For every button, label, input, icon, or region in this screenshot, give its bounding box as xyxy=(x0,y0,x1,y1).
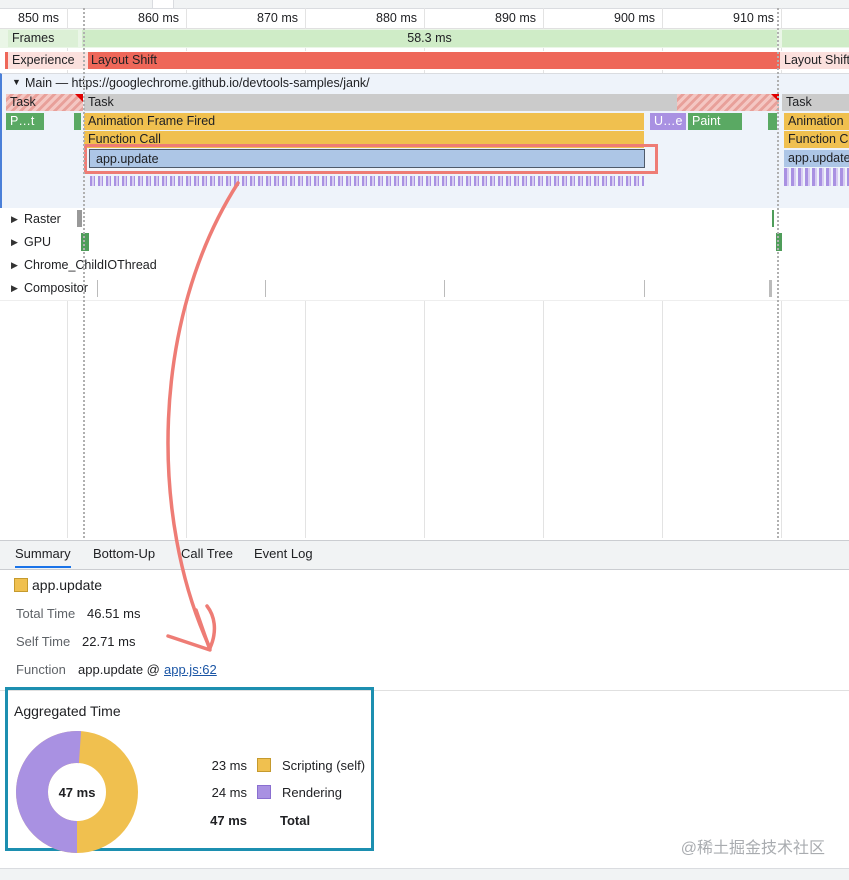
expand-arrow-icon[interactable]: ▶ xyxy=(11,283,18,294)
task-bar-long[interactable]: Task xyxy=(6,94,83,111)
paint-bar[interactable] xyxy=(74,113,81,130)
rendering-stripes[interactable] xyxy=(90,176,644,186)
source-link[interactable]: app.js:62 xyxy=(164,662,217,677)
scripting-value: 23 ms xyxy=(211,758,247,773)
app-update-bar[interactable]: app.update xyxy=(784,150,849,167)
self-time-value: 22.71 ms xyxy=(82,634,136,649)
total-label: Total xyxy=(280,813,311,828)
thread-row-raster[interactable]: ▶ Raster xyxy=(0,208,849,232)
donut-center-label: 47 ms xyxy=(58,785,96,800)
ruler-tick: 910 ms xyxy=(733,11,774,25)
tab-event-log[interactable]: Event Log xyxy=(254,546,313,561)
task-bar[interactable]: Task xyxy=(782,94,849,111)
compositor-event[interactable] xyxy=(265,280,266,297)
frame-boundary-line xyxy=(777,8,779,538)
task-bar-long-segment[interactable] xyxy=(677,94,779,111)
rendering-swatch xyxy=(257,785,271,799)
animation-frame-bar[interactable]: Animation Frame Fired xyxy=(84,113,644,130)
raster-event[interactable] xyxy=(772,210,774,227)
frames-label: Frames xyxy=(8,30,78,47)
category-swatch xyxy=(14,578,28,592)
layout-shift-label: Layout Shift xyxy=(780,52,849,69)
layout-shift-label: Layout Shift xyxy=(91,53,158,67)
scripting-label: Scripting (self) xyxy=(282,758,366,773)
annotation-arrow-head xyxy=(166,608,212,652)
collapse-arrow-icon[interactable]: ▼ xyxy=(12,77,21,87)
expand-arrow-icon[interactable]: ▶ xyxy=(11,237,18,248)
frames-track[interactable]: Frames 58.3 ms xyxy=(0,29,849,48)
scripting-swatch xyxy=(257,758,271,772)
total-value: 47 ms xyxy=(210,813,247,828)
tab-summary[interactable]: Summary xyxy=(15,546,71,568)
paint-bar[interactable]: Paint xyxy=(688,113,742,130)
raster-event[interactable] xyxy=(77,210,82,227)
bottom-strip xyxy=(0,868,849,880)
thread-row-gpu[interactable]: ▶ GPU xyxy=(0,231,849,255)
expand-arrow-icon[interactable]: ▶ xyxy=(11,214,18,225)
ruler-tick: 890 ms xyxy=(495,11,536,25)
main-thread-header: Main — https://googlechrome.github.io/de… xyxy=(25,76,370,90)
expand-arrow-icon[interactable]: ▶ xyxy=(11,260,18,271)
ruler-tick: 880 ms xyxy=(376,11,417,25)
annotation-arrow-curl xyxy=(205,604,217,650)
animation-frame-bar[interactable]: Animation xyxy=(784,113,849,130)
ruler-tick: 860 ms xyxy=(138,11,179,25)
update-layer-bar[interactable]: U…e xyxy=(650,113,686,130)
rendering-value: 24 ms xyxy=(211,785,247,800)
thread-label: Raster xyxy=(24,212,61,226)
function-call-bar[interactable]: Function C xyxy=(784,131,849,148)
self-time-label: Self Time xyxy=(16,634,71,649)
function-value: app.update @ xyxy=(78,662,160,677)
rendering-stripes[interactable] xyxy=(784,168,849,186)
aggregated-title: Aggregated Time xyxy=(14,703,121,719)
task-bar[interactable]: Task xyxy=(84,94,677,111)
frame-boundary-line xyxy=(83,8,85,538)
ruler-tick: 870 ms xyxy=(257,11,298,25)
tab-bottom-up[interactable]: Bottom-Up xyxy=(93,546,155,561)
ruler-tick: 850 ms xyxy=(18,11,59,25)
summary-title: app.update xyxy=(32,577,103,593)
compositor-event[interactable] xyxy=(644,280,645,297)
total-time-label: Total Time xyxy=(16,606,76,621)
frame-bar[interactable]: 58.3 ms xyxy=(82,30,777,47)
ruler-tick: 900 ms xyxy=(614,11,655,25)
details-tab-bar: Summary Bottom-Up Call Tree Event Log xyxy=(0,540,849,570)
compositor-event[interactable] xyxy=(769,280,772,297)
frame-bar[interactable] xyxy=(782,30,849,47)
thread-row-compositor[interactable]: ▶ Compositor xyxy=(0,277,849,301)
compositor-event[interactable] xyxy=(97,280,98,297)
paint-bar[interactable]: P…t xyxy=(6,113,44,130)
long-task-warning-icon xyxy=(75,94,83,102)
watermark: @稀土掘金技术社区 xyxy=(680,840,825,857)
rendering-label: Rendering xyxy=(282,785,342,800)
tab-call-tree[interactable]: Call Tree xyxy=(181,546,233,561)
paint-bar[interactable] xyxy=(768,113,777,130)
highlight-box xyxy=(84,144,658,174)
thread-label: Compositor xyxy=(24,281,88,295)
compositor-event[interactable] xyxy=(444,280,445,297)
thread-label: GPU xyxy=(24,235,52,249)
total-time-value: 46.51 ms xyxy=(87,606,141,621)
overview-window-handle[interactable] xyxy=(152,0,174,8)
function-label: Function xyxy=(16,662,66,677)
thread-label: Chrome_ChildIOThread xyxy=(24,258,157,272)
experience-label: Experience xyxy=(8,52,88,69)
thread-row-childio[interactable]: ▶ Chrome_ChildIOThread xyxy=(0,254,849,278)
experience-track[interactable]: Experience Layout Shift Layout Shift xyxy=(0,51,849,70)
